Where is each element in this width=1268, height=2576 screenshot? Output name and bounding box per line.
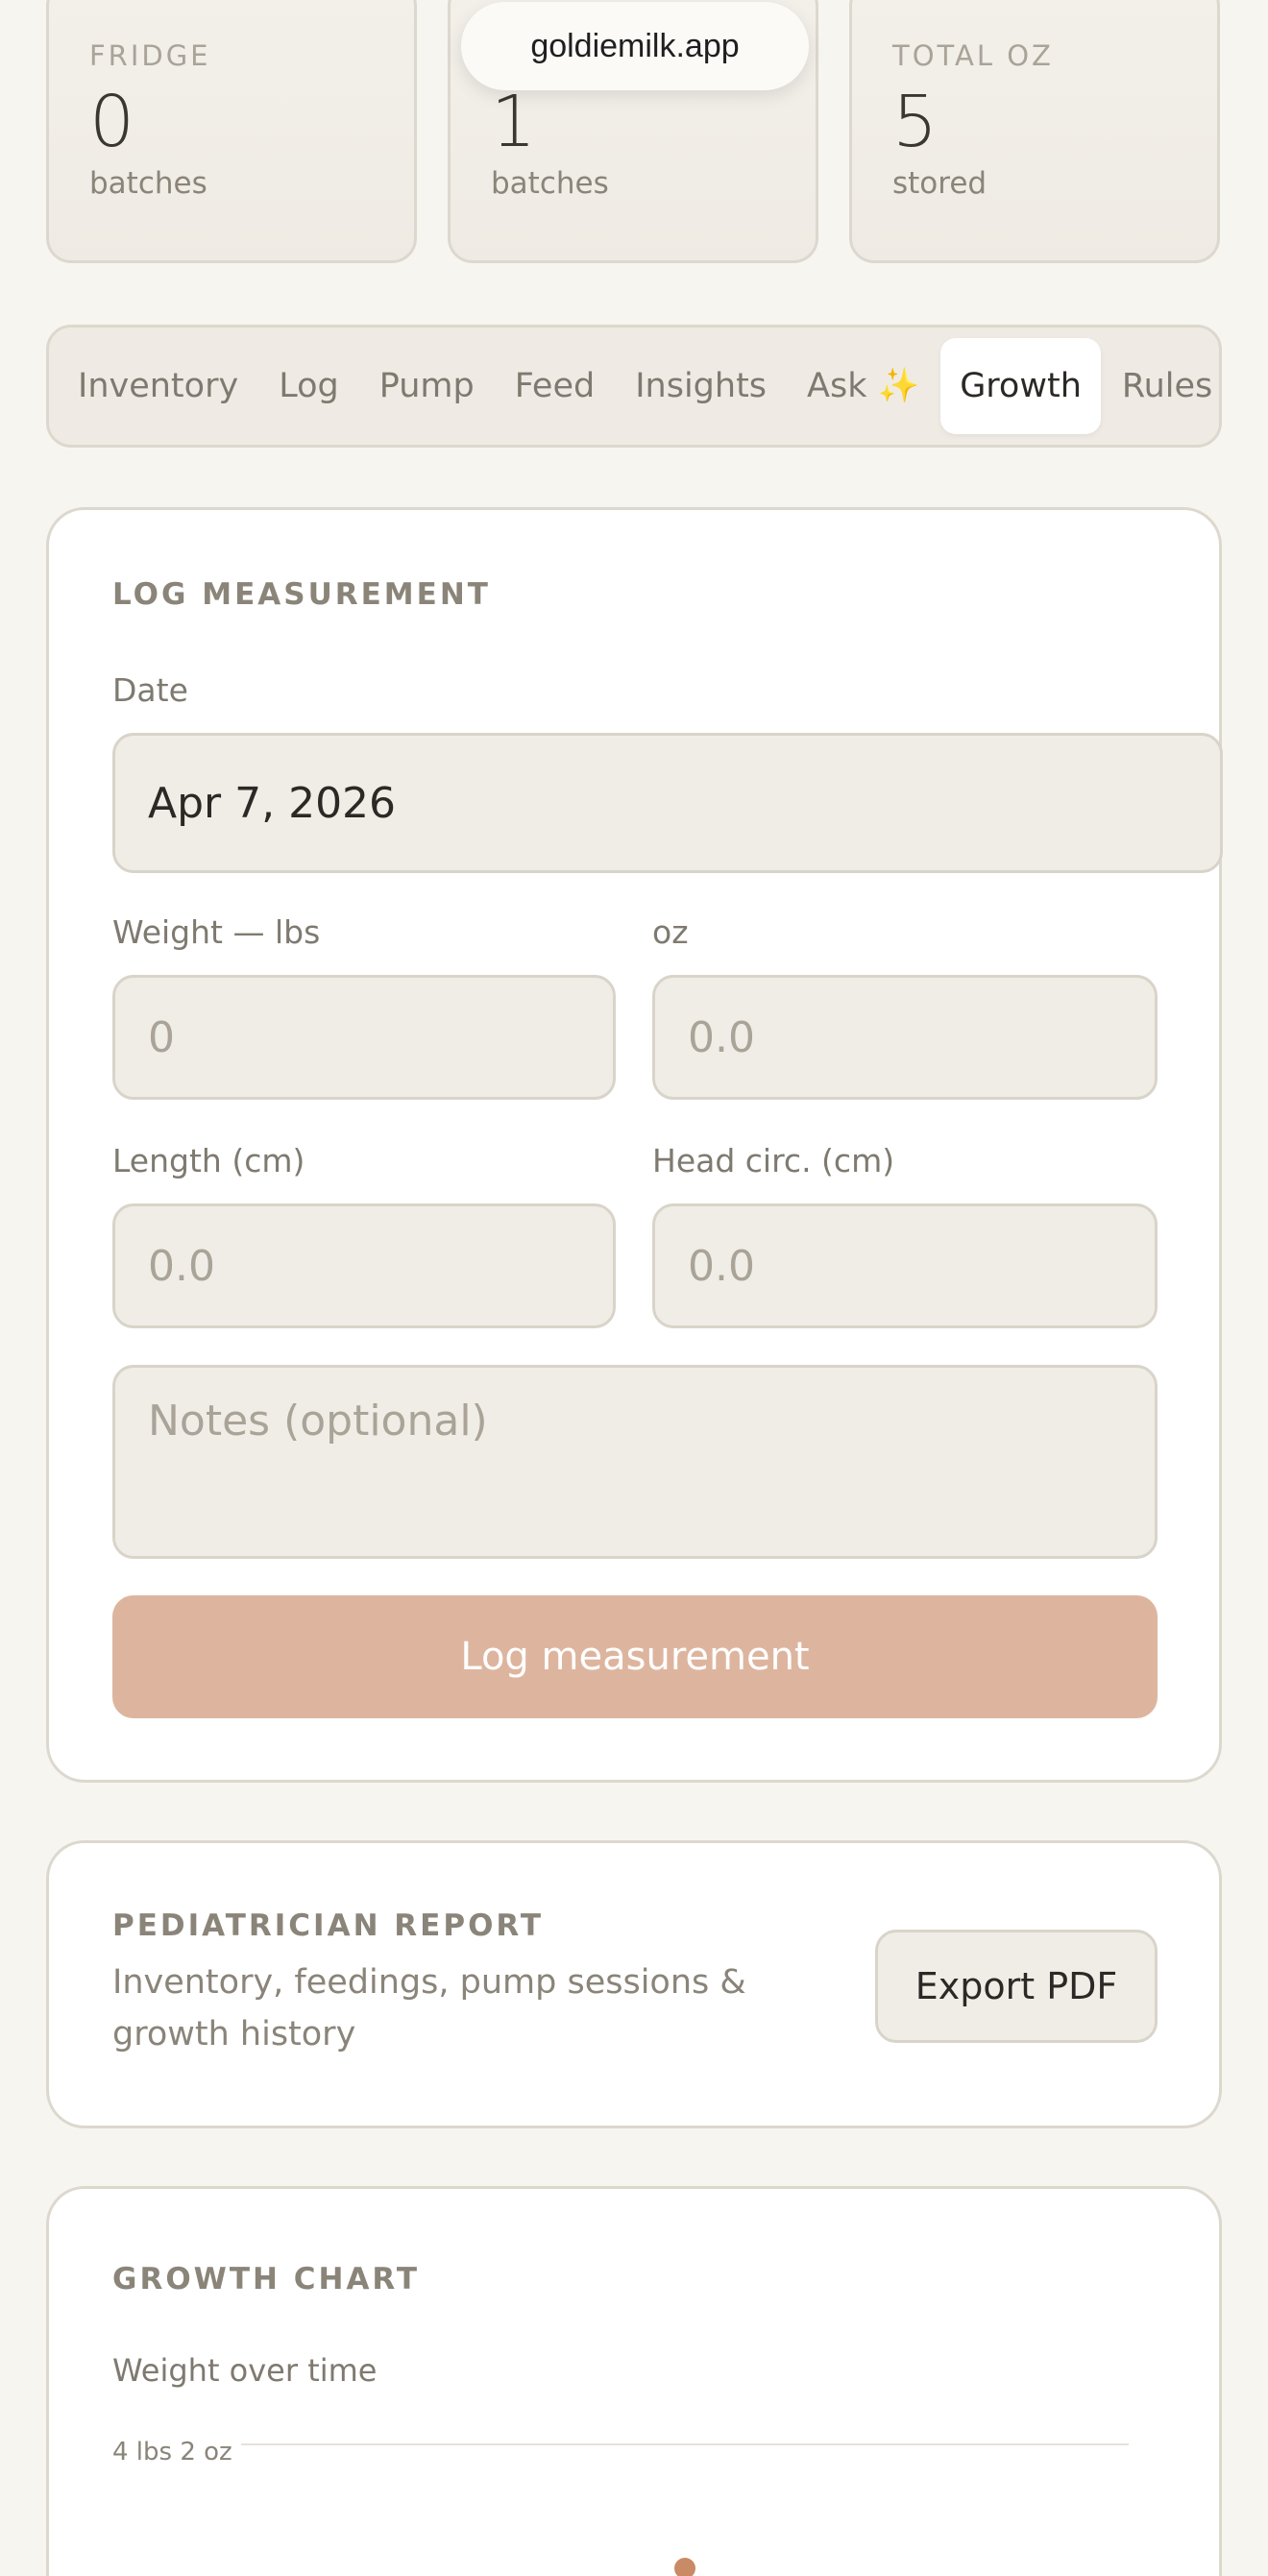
weight-oz-input[interactable]: 0.0 — [652, 975, 1158, 1100]
y-tick-label: 4 lbs 2 oz — [112, 2438, 232, 2467]
stat-card-total-oz: TOTAL OZ 5 stored — [849, 0, 1220, 263]
tab-growth[interactable]: Growth — [940, 338, 1101, 434]
tab-log[interactable]: Log — [259, 338, 358, 434]
growth-chart-plot: 4 lbs 2 oz — [112, 2438, 1129, 2576]
stat-value: 5 — [892, 81, 939, 163]
tab-ask[interactable]: Ask ✨ — [788, 338, 939, 434]
stat-value: 0 — [89, 81, 135, 163]
pediatrician-report-card: PEDIATRICIAN REPORT Inventory, feedings,… — [46, 1840, 1222, 2128]
section-title: PEDIATRICIAN REPORT — [112, 1908, 545, 1943]
stat-unit: stored — [892, 166, 988, 201]
tab-rules[interactable]: Rules — [1103, 338, 1231, 434]
date-label: Date — [112, 671, 188, 709]
stat-unit: batches — [491, 166, 609, 201]
weight-oz-label: oz — [652, 913, 689, 951]
log-measurement-button[interactable]: Log measurement — [112, 1595, 1158, 1718]
date-field[interactable]: Apr 7, 2026 — [112, 733, 1223, 873]
stat-value: 1 — [491, 81, 537, 163]
tab-pump[interactable]: Pump — [360, 338, 494, 434]
export-pdf-button[interactable]: Export PDF — [875, 1930, 1158, 2043]
tab-inventory[interactable]: Inventory — [59, 338, 257, 434]
tab-bar: Inventory Log Pump Feed Insights Ask ✨ G… — [46, 325, 1222, 448]
url-bar[interactable]: goldiemilk.app — [461, 2, 809, 90]
tab-insights[interactable]: Insights — [616, 338, 786, 434]
url-text: goldiemilk.app — [530, 27, 740, 64]
tab-feed[interactable]: Feed — [496, 338, 615, 434]
stat-label: TOTAL OZ — [892, 39, 1054, 72]
weight-lbs-input[interactable]: 0 — [112, 975, 616, 1100]
data-point[interactable] — [674, 2558, 695, 2576]
weight-lbs-label: Weight — lbs — [112, 913, 321, 951]
length-label: Length (cm) — [112, 1142, 305, 1179]
section-title: LOG MEASUREMENT — [112, 577, 491, 612]
stat-card-fridge: FRIDGE 0 batches — [46, 0, 417, 263]
head-circ-input[interactable]: 0.0 — [652, 1203, 1158, 1328]
log-measurement-card: LOG MEASUREMENT Date Apr 7, 2026 Weight … — [46, 507, 1223, 1783]
stat-unit: batches — [89, 166, 207, 201]
notes-textarea[interactable]: Notes (optional) — [112, 1365, 1158, 1559]
head-circ-label: Head circ. (cm) — [652, 1142, 895, 1179]
report-description: Inventory, feedings, pump sessions & gro… — [112, 1963, 746, 2054]
length-input[interactable]: 0.0 — [112, 1203, 616, 1328]
growth-chart-card: GROWTH CHART Weight over time 4 lbs 2 oz — [46, 2186, 1222, 2576]
stat-label: FRIDGE — [89, 39, 211, 72]
